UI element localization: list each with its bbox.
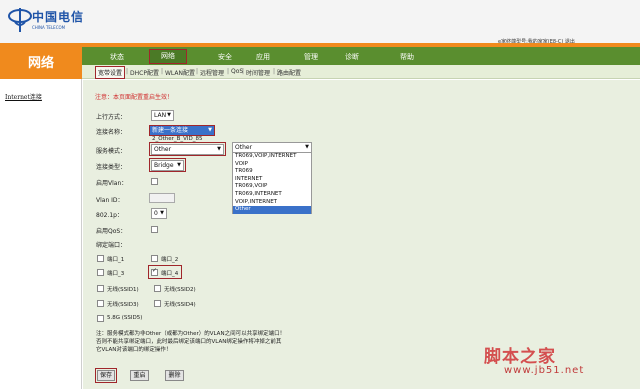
- subnav-separator: |: [196, 68, 199, 75]
- tab-status[interactable]: 状态: [110, 52, 124, 62]
- delete-button[interactable]: 删除: [165, 370, 184, 381]
- subnav-separator: |: [126, 68, 129, 75]
- watermark-url: www.jb51.net: [504, 365, 585, 376]
- subnav-broadband-settings[interactable]: 宽带设置: [95, 66, 126, 79]
- ssid2-checkbox[interactable]: [154, 285, 161, 292]
- port-1-label: 端口_1: [107, 257, 125, 263]
- header-bar: 中国电信 CHINA TELECOM e家终端型号:我的家家(E8-C) 退出: [0, 0, 640, 45]
- restart-button[interactable]: 重启: [130, 370, 149, 381]
- vlan-enable-label: 启用Vlan：: [96, 180, 128, 187]
- service-mode-select[interactable]: Other ▼: [151, 144, 224, 155]
- subnav-dhcp[interactable]: DHCP配置: [130, 68, 159, 77]
- port-2-label: 端口_2: [161, 257, 179, 263]
- sidebar: Internet连接: [0, 79, 82, 389]
- ssid1-label: 无线(SSID1): [107, 287, 139, 293]
- conn-type-select[interactable]: Bridge ▼: [151, 160, 184, 171]
- brand-subtitle: CHINA TELECOM: [32, 25, 66, 30]
- binding-note-line-2: 否则不能共享绑定端口，此时最后绑定该端口的VLAN绑定操作将冲掉之前其: [96, 339, 282, 345]
- tab-help[interactable]: 帮助: [400, 52, 414, 62]
- ssid4-checkbox[interactable]: [154, 300, 161, 307]
- vlan-id-input[interactable]: [149, 193, 175, 203]
- dropdown-option[interactable]: VOIP: [233, 161, 311, 169]
- uplink-label: 上行方式：: [96, 114, 127, 121]
- service-mode-label: 服务模式：: [96, 148, 127, 155]
- service-mode-value: Other: [154, 146, 172, 153]
- restart-notice: 注意：本页面配置重启生效！: [95, 94, 174, 101]
- qos-enable-label: 启用QoS：: [96, 228, 127, 235]
- ssid5-checkbox[interactable]: [97, 315, 104, 322]
- chevron-down-icon: ▼: [217, 146, 221, 152]
- brand-name: 中国电信: [32, 10, 85, 24]
- conn-type-value: Bridge: [154, 162, 174, 169]
- tab-network[interactable]: 网络: [149, 49, 187, 64]
- port-3-label: 端口_3: [107, 271, 125, 277]
- dropdown-option[interactable]: TR069: [233, 168, 311, 176]
- bind-ports-label: 绑定端口：: [96, 242, 127, 249]
- port-3-checkbox[interactable]: [97, 269, 104, 276]
- chevron-down-icon: ▼: [305, 144, 309, 150]
- sidebar-item-internet-connection[interactable]: Internet连接: [5, 92, 42, 101]
- subnav-remote-management[interactable]: 远程管理: [200, 68, 224, 77]
- dropdown-option[interactable]: TR069,INTERNET: [233, 191, 311, 199]
- dropdown-option[interactable]: INTERNET: [233, 176, 311, 184]
- dot1p-label: 802.1p：: [96, 212, 123, 219]
- dot1p-select[interactable]: 0 ▼: [151, 208, 167, 219]
- conn-name-value: 新建一条连接: [152, 127, 189, 134]
- conn-type-label: 连接类型：: [96, 164, 127, 171]
- ssid1-checkbox[interactable]: [97, 285, 104, 292]
- binding-note-line-3: 它VLAN对该端口的绑定操作！: [96, 347, 172, 353]
- ssid3-checkbox[interactable]: [97, 300, 104, 307]
- port-2-checkbox[interactable]: [151, 255, 158, 262]
- dropdown-option[interactable]: VOIP,INTERNET: [233, 199, 311, 207]
- uplink-value: LAN: [154, 112, 167, 119]
- tab-applications[interactable]: 应用: [256, 52, 270, 62]
- subnav-routing[interactable]: 路由配置: [277, 68, 301, 77]
- ssid2-label: 无线(SSID2): [164, 287, 196, 293]
- service-mode-dropdown-list[interactable]: TR069,VOIP,INTERNET VOIP TR069 INTERNET …: [232, 152, 312, 214]
- sub-nav: 宽带设置 | DHCP配置 | WLAN配置 | 远程管理 | QoS | 时间…: [82, 65, 640, 79]
- dropdown-option[interactable]: TR069,VOIP,INTERNET: [233, 153, 311, 161]
- tab-management[interactable]: 管理: [304, 52, 318, 62]
- subnav-time-management[interactable]: 时间管理: [246, 68, 270, 77]
- watermark-title: 脚本之家: [484, 347, 556, 367]
- main-content: 注意：本页面配置重启生效！ 上行方式： LAN ▼ 连接名称： 新建一条连接 ▼ 2…: [83, 80, 640, 389]
- port-1-checkbox[interactable]: [97, 255, 104, 262]
- vlan-id-label: Vlan ID：: [96, 197, 124, 204]
- uplink-select[interactable]: LAN ▼: [151, 110, 174, 121]
- subnav-separator: |: [242, 68, 245, 75]
- ssid3-label: 无线(SSID3): [107, 302, 139, 308]
- tab-diagnostics[interactable]: 诊断: [345, 52, 359, 62]
- subnav-separator: |: [227, 68, 230, 75]
- subnav-separator: |: [273, 68, 276, 75]
- chevron-down-icon: ▼: [167, 112, 171, 118]
- conn-name-select[interactable]: 新建一条连接 ▼: [149, 125, 215, 136]
- main-nav: 状态 网络 安全 应用 管理 诊断 帮助: [82, 47, 640, 65]
- dropdown-option[interactable]: TR069,VOIP: [233, 183, 311, 191]
- dropdown-option-selected[interactable]: Other: [233, 206, 311, 214]
- chevron-down-icon: ▼: [160, 210, 164, 216]
- subnav-separator: |: [161, 68, 164, 75]
- secondary-select-value: Other: [235, 144, 253, 151]
- conn-name-label: 连接名称：: [96, 129, 127, 136]
- subnav-wlan[interactable]: WLAN配置: [165, 68, 195, 77]
- qos-enable-checkbox[interactable]: [151, 226, 158, 233]
- save-button[interactable]: 保存: [97, 370, 115, 381]
- chevron-down-icon: ▼: [208, 127, 212, 133]
- chevron-down-icon: ▼: [177, 162, 181, 168]
- section-title: 网络: [27, 56, 54, 71]
- port-4-checkbox[interactable]: [151, 267, 158, 276]
- ssid5-label: 5.8G (SSID5): [107, 315, 143, 321]
- binding-note-line-1: 注：服务模式都为非Other（或都为Other）的VLAN之间可以共享绑定端口！: [96, 331, 286, 337]
- section-header: 网络: [0, 43, 82, 79]
- port-4-label: 端口_4: [161, 271, 179, 277]
- ssid4-label: 无线(SSID4): [164, 302, 196, 308]
- dot1p-value: 0: [154, 210, 158, 217]
- tab-security[interactable]: 安全: [218, 52, 232, 62]
- vlan-enable-checkbox[interactable]: [151, 178, 158, 185]
